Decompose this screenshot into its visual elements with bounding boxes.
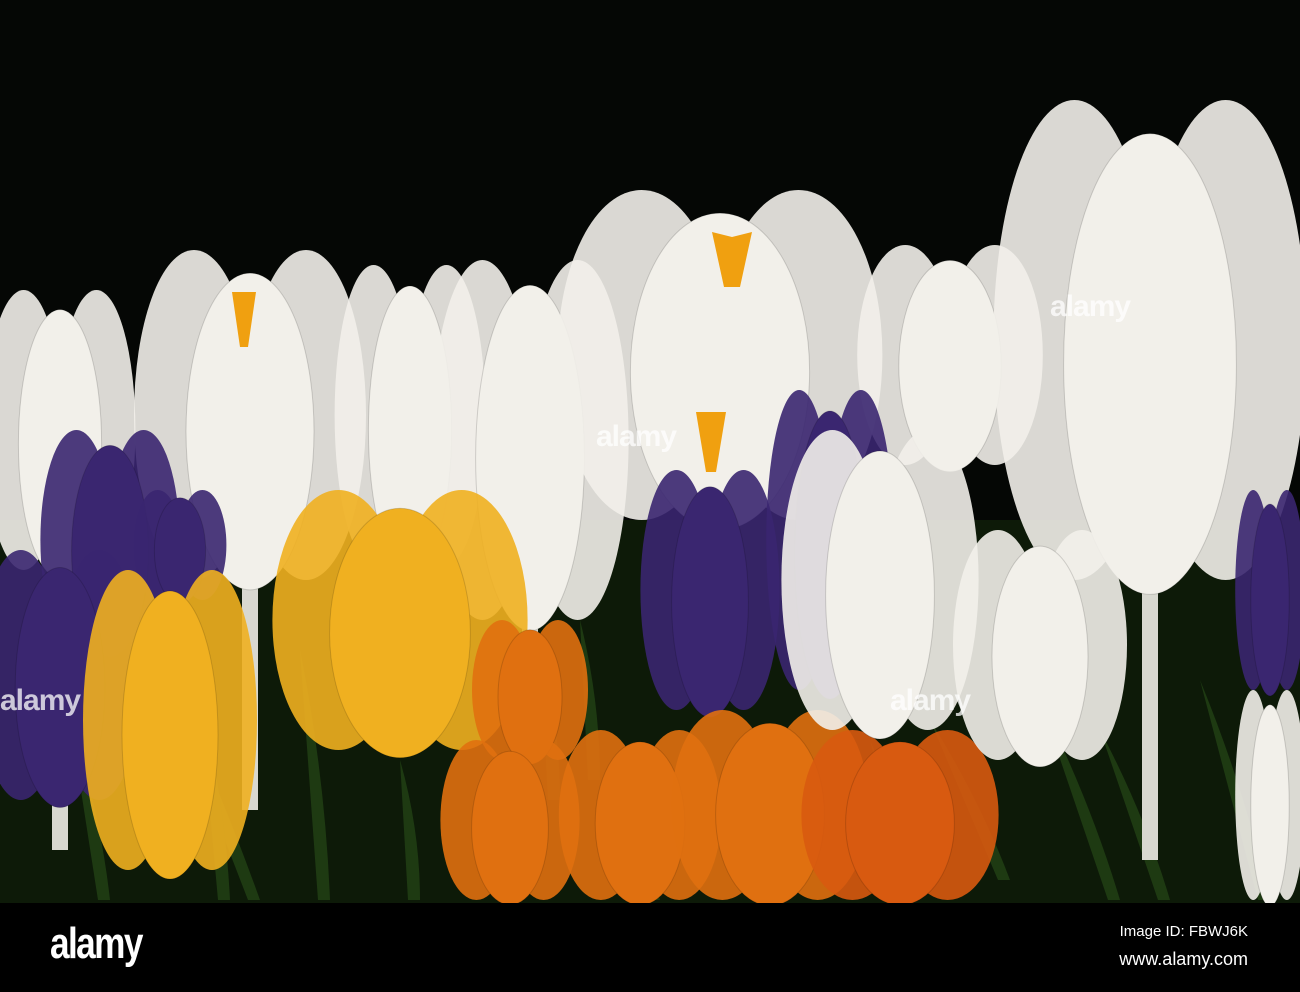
- watermark-text: alamy: [890, 684, 971, 717]
- stem: [1142, 560, 1158, 860]
- purple-crocus-petal: [671, 486, 749, 718]
- orange-crocus-petal: [594, 741, 686, 903]
- watermark-footer: alamy Image ID: FBWJ6K www.alamy.com: [0, 903, 1300, 992]
- image-id: Image ID: FBWJ6K: [1119, 923, 1248, 940]
- orange-crocus-petal: [845, 741, 955, 903]
- yellow-crocus-petal: [121, 590, 219, 880]
- alamy-logo[interactable]: alamy: [50, 919, 143, 969]
- watermark-text: alamy: [1050, 290, 1131, 323]
- orange-crocus-petal: [471, 750, 549, 903]
- yellow-crocus-petal: [329, 507, 471, 759]
- white-crocus-petal: [1250, 704, 1290, 903]
- watermark-text: alamy: [0, 684, 81, 717]
- site-link[interactable]: www.alamy.com: [1119, 949, 1248, 970]
- white-crocus-petal: [1063, 133, 1237, 595]
- white-crocus-petal: [991, 545, 1089, 768]
- watermark-text: alamy: [596, 420, 677, 453]
- purple-crocus-petal: [1250, 503, 1290, 697]
